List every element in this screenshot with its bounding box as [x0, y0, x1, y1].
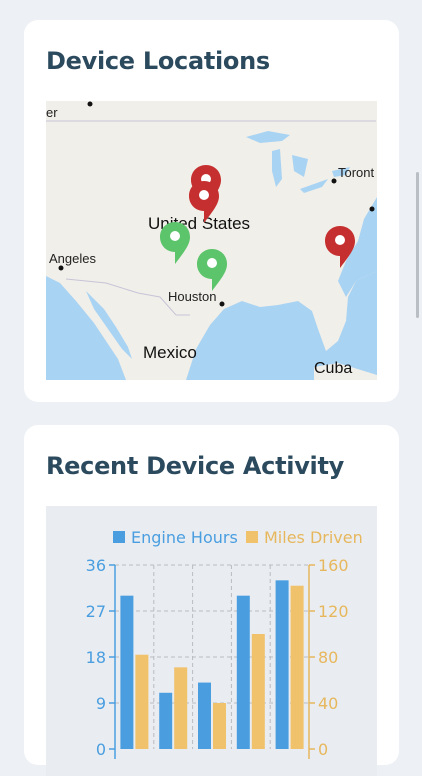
activity-chart-svg: Engine Hours Miles Driven3627189016012080… [86, 528, 363, 759]
right-axis-tick-label: 80 [318, 648, 338, 667]
recent-activity-title: Recent Device Activity [46, 452, 344, 480]
legend-swatch-engine-hours [113, 531, 125, 543]
city-dot-toronto [331, 178, 337, 184]
bar-engine-hours-2[interactable] [159, 692, 173, 749]
left-axis-tick-label: 18 [86, 648, 106, 667]
page-scrollbar[interactable] [416, 172, 419, 318]
bar-miles-driven-2[interactable] [174, 667, 188, 749]
map-label-los-angeles: Angeles [49, 251, 96, 266]
right-axis-tick-label: 120 [318, 602, 349, 621]
legend-label-miles-driven: Miles Driven [264, 528, 363, 547]
right-axis-tick-label: 160 [318, 556, 349, 575]
device-locations-title: Device Locations [46, 47, 270, 75]
map-label-toronto: Toront [338, 165, 375, 180]
bar-miles-driven-3[interactable] [213, 703, 226, 749]
bar-engine-hours-1[interactable] [120, 595, 134, 749]
right-axis-tick-label: 40 [318, 694, 338, 713]
recent-activity-card: Recent Device Activity Engine Hours Miles… [24, 425, 399, 776]
city-dot-east [369, 206, 375, 212]
legend-swatch-miles-driven [246, 531, 258, 543]
map-canvas: er Toront United States Angeles Houston … [46, 101, 377, 380]
bar-miles-driven-1[interactable] [135, 654, 149, 749]
bar-miles-driven-4[interactable] [251, 634, 265, 749]
left-axis-tick-label: 36 [86, 556, 106, 575]
bar-miles-driven-5[interactable] [290, 585, 304, 749]
left-axis-tick-label: 9 [96, 694, 106, 713]
bar-engine-hours-5[interactable] [275, 580, 289, 749]
city-dot-la [58, 265, 64, 271]
bar-engine-hours-4[interactable] [236, 595, 250, 749]
map-label-cuba: Cuba [314, 360, 352, 377]
device-locations-card: Device Locations er Toront United States… [24, 20, 399, 402]
bar-engine-hours-3[interactable] [198, 682, 211, 749]
legend-label-engine-hours: Engine Hours [131, 528, 238, 547]
city-dot-houston [219, 301, 225, 307]
device-map[interactable]: er Toront United States Angeles Houston … [46, 101, 377, 380]
city-dot-north [87, 101, 93, 107]
map-label-houston: Houston [168, 289, 216, 304]
map-label-mexico: Mexico [143, 343, 197, 362]
activity-chart: Engine Hours Miles Driven 36 27 18 9 0 160 120 80… [46, 506, 377, 776]
left-axis-tick-label: 27 [86, 602, 106, 621]
map-label-west-edge: er [46, 105, 58, 120]
